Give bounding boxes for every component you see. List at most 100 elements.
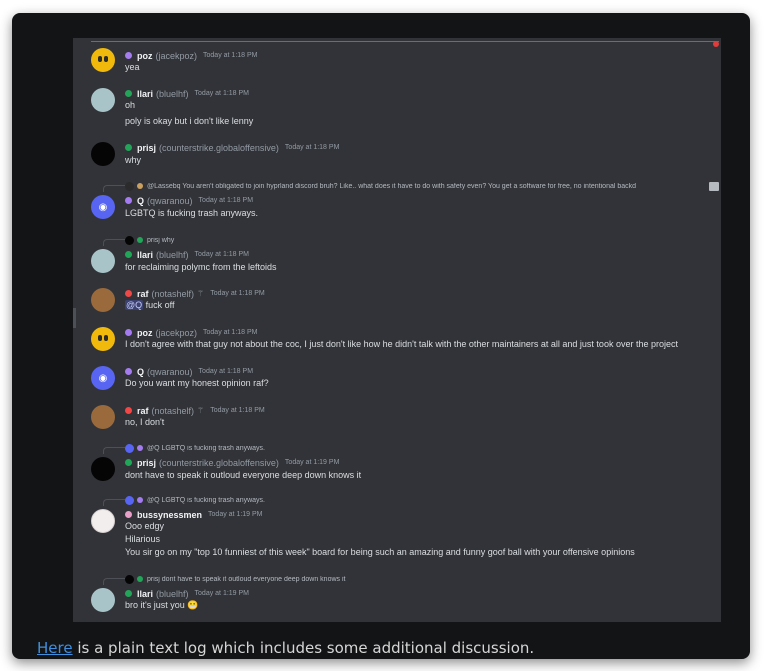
reply-preview[interactable]: @Lassebq You aren't obligated to join hy… — [125, 181, 719, 191]
timestamp: Today at 1:18 PM — [284, 144, 340, 151]
avatar[interactable] — [91, 588, 115, 612]
user-handle: (bluelhf) — [156, 588, 189, 599]
avatar[interactable] — [91, 509, 115, 533]
reply-text: prisj why — [147, 236, 175, 244]
avatar[interactable] — [91, 88, 115, 112]
user-handle: (notashelf) — [151, 405, 195, 416]
caption-text: is a plain text log which includes some … — [72, 639, 535, 657]
username[interactable]: bussynessmen — [137, 510, 202, 520]
status-indicator — [137, 576, 143, 582]
discord-chat-screenshot: poz (jacekpoz) Today at 1:18 PM yea Ilar… — [73, 38, 721, 622]
user-handle: (qwaranou) — [147, 195, 193, 206]
reply-text: @Lassebq You aren't obligated to join hy… — [147, 182, 637, 190]
avatar[interactable] — [91, 48, 115, 72]
message-text: no, I don't — [125, 417, 165, 427]
timestamp: Today at 1:19 PM — [284, 459, 340, 466]
username[interactable]: Ilari — [137, 589, 153, 599]
status-indicator — [125, 290, 132, 297]
message-text: for reclaiming polymc from the leftoids — [125, 262, 277, 272]
discord-logo-icon: ◉ — [98, 201, 108, 213]
message-text: poly is okay but i don't like lenny — [125, 116, 254, 126]
message-text: Ooo edgy — [125, 521, 165, 531]
username[interactable]: prisj — [137, 458, 156, 468]
message-text: Do you want my honest opinion raf? — [125, 378, 269, 388]
user-mention[interactable]: @Q — [125, 300, 144, 310]
status-indicator — [125, 368, 132, 375]
timestamp: Today at 1:19 PM — [194, 590, 250, 597]
new-messages-divider — [91, 41, 719, 47]
avatar[interactable] — [91, 405, 115, 429]
log-link[interactable]: Here — [37, 639, 73, 657]
status-indicator — [125, 407, 132, 414]
user-handle: (counterstrike.globaloffensive) — [159, 457, 279, 468]
grimace-emoji-icon: 😬 — [187, 600, 199, 610]
reply-avatar — [125, 495, 134, 505]
avatar[interactable] — [91, 327, 115, 351]
status-indicator — [125, 329, 132, 336]
user-handle: (notashelf) — [151, 288, 195, 299]
avatar[interactable] — [91, 457, 115, 481]
user-handle: (counterstrike.globaloffensive) — [159, 142, 279, 153]
avatar[interactable] — [91, 249, 115, 273]
reply-avatar — [125, 443, 134, 453]
message-text: yea — [125, 62, 140, 72]
user-handle: (qwaranou) — [147, 366, 193, 377]
message-text: why — [125, 155, 142, 165]
reply-spine — [103, 499, 125, 506]
user-handle: (jacekpoz) — [155, 327, 198, 338]
timestamp: Today at 1:18 PM — [210, 407, 265, 414]
status-indicator — [125, 144, 132, 151]
timestamp: Today at 1:19 PM — [208, 511, 263, 518]
reply-preview[interactable]: prisj dont have to speak it outloud ever… — [125, 574, 719, 584]
reply-spine — [103, 185, 125, 192]
username[interactable]: poz — [137, 51, 153, 61]
reply-text: prisj dont have to speak it outloud ever… — [147, 575, 346, 583]
screenshot-card: poz (jacekpoz) Today at 1:18 PM yea Ilar… — [12, 13, 750, 659]
reply-preview[interactable]: @Q LGBTQ is fucking trash anyways. — [125, 495, 719, 505]
timestamp: Today at 1:18 PM — [194, 90, 250, 97]
status-indicator — [137, 183, 143, 189]
avatar[interactable] — [91, 142, 115, 166]
message-text: bro it's just you 😬 — [125, 600, 199, 610]
user-handle: (bluelhf) — [156, 249, 189, 260]
username[interactable]: Ilari — [137, 250, 153, 260]
divider-dot — [713, 41, 719, 47]
username[interactable]: Ilari — [137, 89, 153, 99]
discord-logo-icon: ◉ — [98, 372, 108, 384]
status-indicator — [125, 459, 132, 466]
avatar[interactable]: ◉ — [91, 195, 115, 219]
reply-preview[interactable]: @Q LGBTQ is fucking trash anyways. — [125, 443, 719, 453]
timestamp: Today at 1:18 PM — [210, 290, 265, 297]
message-text: Hilarious — [125, 534, 161, 544]
status-indicator — [125, 251, 132, 258]
status-indicator — [137, 497, 143, 503]
avatar[interactable] — [91, 288, 115, 312]
avatar[interactable]: ◉ — [91, 366, 115, 390]
status-indicator — [137, 237, 143, 243]
image-icon — [709, 181, 719, 191]
reply-avatar — [125, 235, 134, 245]
message-text: dont have to speak it outloud everyone d… — [125, 470, 362, 480]
status-indicator — [125, 511, 132, 518]
reply-text: @Q LGBTQ is fucking trash anyways. — [147, 496, 265, 504]
timestamp: Today at 1:18 PM — [198, 197, 254, 204]
message-text: You sir go on my "top 10 funniest of thi… — [125, 547, 635, 557]
username[interactable]: Q — [137, 367, 144, 377]
scroll-edge — [73, 308, 76, 328]
reply-avatar — [125, 574, 134, 584]
timestamp: Today at 1:18 PM — [203, 52, 258, 59]
badge-icon: ⚚ — [197, 406, 205, 415]
username[interactable]: Q — [137, 196, 144, 206]
badge-icon: ⚚ — [197, 289, 205, 298]
reply-preview[interactable]: prisj why — [125, 235, 719, 245]
username[interactable]: raf — [137, 289, 149, 299]
status-indicator — [137, 445, 143, 451]
reply-text: @Q LGBTQ is fucking trash anyways. — [147, 444, 265, 452]
timestamp: Today at 1:18 PM — [198, 368, 254, 375]
username[interactable]: poz — [137, 328, 153, 338]
username[interactable]: prisj — [137, 143, 156, 153]
message-text: oh — [125, 100, 136, 110]
username[interactable]: raf — [137, 406, 149, 416]
timestamp: Today at 1:18 PM — [203, 329, 258, 336]
status-indicator — [125, 90, 132, 97]
